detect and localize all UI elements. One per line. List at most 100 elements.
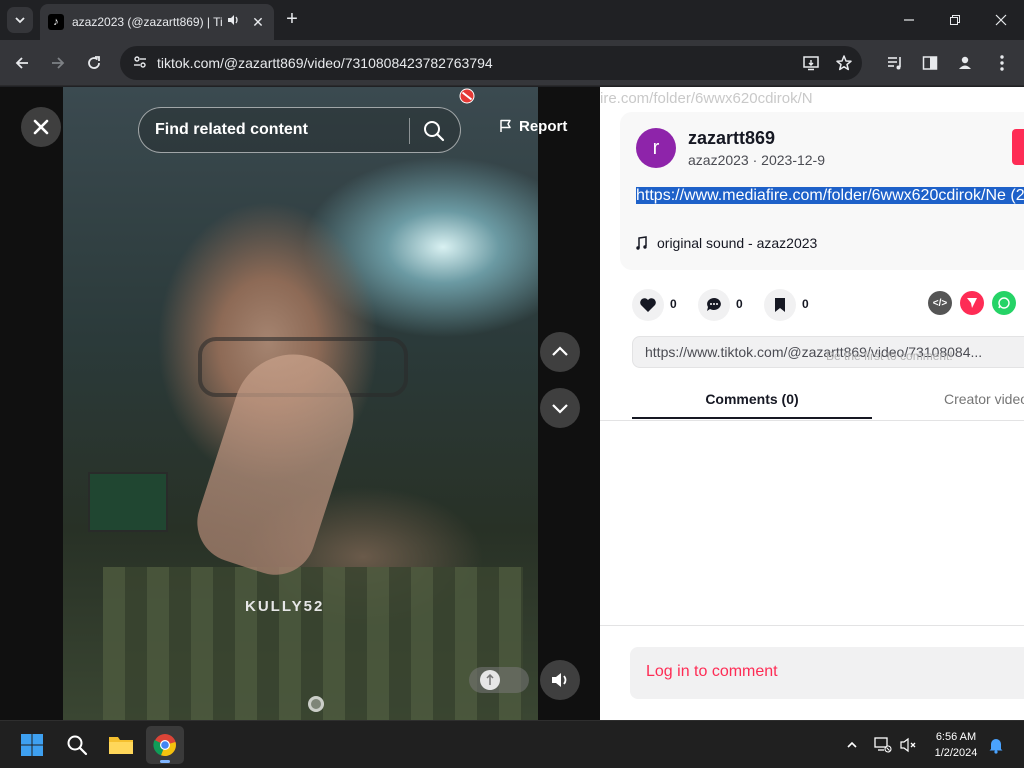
bookmark-icon — [775, 298, 785, 312]
comment-bubble-icon — [707, 298, 721, 311]
speaker-icon[interactable] — [226, 13, 240, 32]
site-settings-icon[interactable] — [132, 54, 148, 75]
chrome-logo-icon — [153, 734, 176, 757]
url-path: /@zazartt869/video/7310808423782763794 — [220, 55, 493, 71]
search-icon — [67, 735, 88, 756]
comment-button[interactable] — [698, 289, 730, 321]
new-tab-button[interactable]: + — [282, 9, 302, 31]
login-to-comment-box[interactable]: Log in to comment — [630, 647, 1024, 699]
music-link[interactable]: original sound - azaz2023 — [636, 235, 817, 251]
video-background-monitor — [88, 472, 168, 532]
tab-creator-videos[interactable]: Creator videos — [944, 379, 1024, 419]
start-button[interactable] — [13, 726, 51, 764]
back-button[interactable] — [7, 48, 37, 78]
notification-bell-icon[interactable] — [986, 735, 1006, 755]
url-host: tiktok.com — [157, 55, 221, 71]
browser-tab[interactable]: ♪ azaz2023 (@zazartt869) | TikTok ✕ — [40, 4, 274, 40]
volume-icon — [552, 673, 567, 687]
flag-icon — [500, 119, 511, 132]
media-controls-icon[interactable] — [880, 48, 910, 78]
tab-search-button[interactable] — [7, 7, 33, 33]
heart-icon — [640, 298, 656, 312]
subline-separator: · — [752, 152, 758, 168]
like-button[interactable] — [632, 289, 664, 321]
taskbar-search-button[interactable] — [58, 726, 96, 764]
windows-logo-icon — [21, 734, 43, 756]
close-icon — [33, 119, 49, 135]
tab-comments[interactable]: Comments (0) — [632, 379, 872, 419]
forward-arrow-icon — [52, 57, 65, 69]
ghost-first-comment-text: Be the first to comment! — [826, 349, 953, 363]
related-search-box[interactable]: Find related content — [138, 107, 461, 153]
ghost-link-text: ire.com/folder/6wwx620cdirok/N — [600, 90, 813, 107]
report-label: Report — [519, 117, 568, 135]
minimize-button[interactable] — [886, 0, 932, 40]
related-search-placeholder: Find related content — [155, 121, 308, 138]
profile-icon[interactable] — [950, 48, 980, 78]
screen: ♪ azaz2023 (@zazartt869) | TikTok ✕ + — [0, 0, 1024, 768]
video-pane: KULLY52 Find related content Report — [0, 87, 600, 720]
chevron-up-icon — [552, 346, 568, 356]
side-panel-icon[interactable] — [915, 48, 945, 78]
page-content: KULLY52 Find related content Report ire.… — [0, 87, 1024, 720]
video-watermark: KULLY52 — [245, 598, 325, 615]
whatsapp-icon[interactable] — [992, 291, 1016, 315]
back-arrow-icon — [15, 57, 28, 69]
chrome-taskbar-button[interactable] — [146, 726, 184, 764]
music-label: original sound - azaz2023 — [657, 235, 818, 251]
send-icon[interactable] — [960, 291, 984, 315]
tab-strip: ♪ azaz2023 (@zazartt869) | TikTok ✕ + — [0, 0, 1024, 40]
video-player[interactable]: KULLY52 — [63, 87, 538, 720]
post-description: https://www.mediafire.com/folder/6wwx620… — [636, 185, 1024, 206]
forward-button[interactable] — [43, 48, 73, 78]
bookmark-star-icon[interactable] — [833, 52, 855, 74]
comment-count: 0 — [736, 297, 743, 311]
taskbar: 6:56 AM 1/2/2024 — [0, 720, 1024, 768]
network-icon[interactable] — [873, 735, 893, 755]
chrome-menu-icon[interactable] — [987, 48, 1017, 78]
sound-muted-icon[interactable] — [899, 735, 919, 755]
auto-scroll-toggle[interactable] — [469, 667, 529, 693]
description-link[interactable]: https://www.mediafire.com/folder/6wwx620… — [636, 187, 1024, 204]
tab-close-icon[interactable]: ✕ — [250, 14, 266, 31]
volume-button[interactable] — [540, 660, 580, 700]
video-center-dot — [308, 696, 324, 712]
restore-button[interactable] — [932, 0, 978, 40]
show-hidden-icons-icon[interactable] — [842, 735, 862, 755]
system-clock[interactable]: 6:56 AM 1/2/2024 — [926, 729, 986, 761]
reload-button[interactable] — [79, 48, 109, 78]
next-video-button[interactable] — [540, 388, 580, 428]
embed-icon[interactable]: </> — [928, 291, 952, 315]
report-button[interactable]: Report — [487, 107, 577, 145]
avatar[interactable]: r — [636, 128, 676, 168]
post-info-card: r zazartt869 azaz2023 · 2023-12-9 https:… — [620, 112, 1024, 270]
file-explorer-button[interactable] — [102, 726, 140, 764]
content-tabs: Comments (0) Creator videos — [632, 379, 1024, 419]
nickname: azaz2023 — [688, 152, 749, 168]
chevron-down-icon — [15, 17, 25, 24]
save-button[interactable] — [764, 289, 796, 321]
close-window-button[interactable] — [978, 0, 1024, 40]
comment-area-divider — [600, 625, 1024, 626]
toggle-knob — [480, 670, 500, 690]
clock-time: 6:56 AM — [935, 731, 977, 743]
chevron-down-icon — [552, 404, 568, 414]
folder-icon — [109, 737, 133, 754]
previous-video-button[interactable] — [540, 332, 580, 372]
reload-icon — [88, 56, 100, 69]
clock-date: 1/2/2024 — [934, 747, 978, 759]
install-app-icon[interactable] — [800, 52, 822, 74]
address-bar[interactable]: tiktok.com/@zazartt869/video/73108084237… — [120, 46, 862, 80]
login-to-comment-link[interactable]: Log in to comment — [646, 663, 778, 681]
details-pane: ire.com/folder/6wwx620cdirok/N r zazartt… — [600, 87, 1024, 720]
author-subline: azaz2023 · 2023-12-9 — [688, 152, 825, 168]
search-icon[interactable] — [422, 119, 446, 148]
search-divider — [409, 118, 410, 144]
music-note-icon — [636, 236, 647, 250]
url-text: tiktok.com/@zazartt869/video/73108084237… — [157, 55, 493, 71]
close-video-button[interactable] — [21, 107, 61, 147]
username[interactable]: zazartt869 — [688, 128, 775, 149]
post-date: 2023-12-9 — [761, 152, 825, 168]
follow-button[interactable] — [1012, 129, 1024, 165]
browser-toolbar: tiktok.com/@zazartt869/video/73108084237… — [0, 40, 1024, 86]
